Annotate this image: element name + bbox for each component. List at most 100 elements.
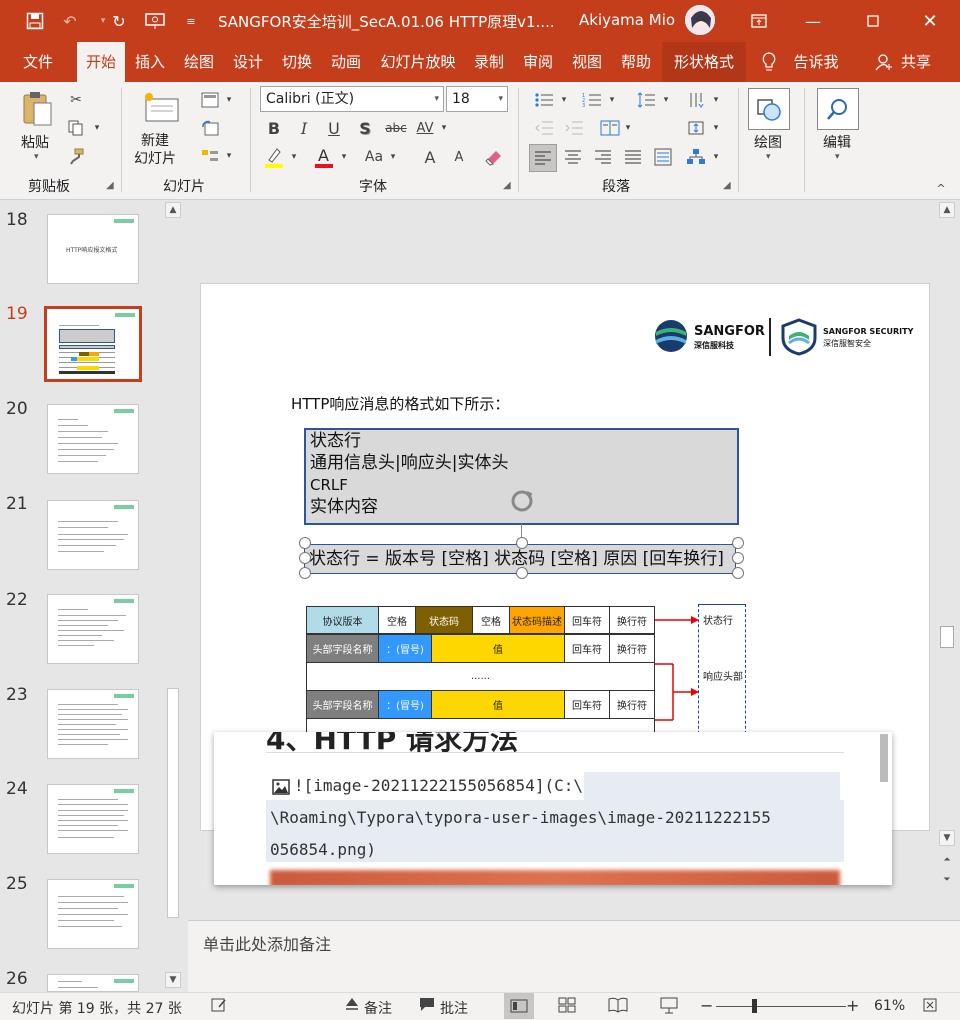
clear-formatting-icon[interactable] [482, 145, 506, 169]
notes-placeholder[interactable]: 单击此处添加备注 [203, 931, 331, 955]
scroll-up-icon[interactable]: ▲ [939, 202, 955, 218]
comments-button[interactable]: 批注 [440, 998, 468, 1018]
accessibility-icon[interactable] [210, 996, 228, 1018]
resize-handle[interactable] [732, 567, 744, 579]
tab-help[interactable]: 帮助 [614, 42, 658, 82]
tell-me-search[interactable]: 告诉我 [786, 42, 846, 82]
resize-handle[interactable] [299, 552, 311, 564]
editing-dropdown-icon[interactable]: ▾ [835, 152, 840, 162]
tab-shape-format[interactable]: 形状格式 [662, 42, 746, 82]
start-slideshow-icon[interactable] [142, 8, 168, 34]
smartart-dropdown-icon[interactable]: ▾ [710, 145, 722, 169]
tab-design[interactable]: 设计 [226, 42, 270, 82]
text-direction-dropdown-icon[interactable]: ▾ [710, 88, 722, 112]
font-color-dropdown-icon[interactable]: ▾ [338, 145, 350, 169]
rotate-handle-icon[interactable] [509, 488, 535, 514]
resize-handle[interactable] [516, 567, 528, 579]
customize-toolbar-icon[interactable]: ≡ [178, 8, 204, 34]
slide-sorter-icon[interactable] [558, 997, 576, 1017]
clipboard-launcher-icon[interactable]: ◢ [106, 180, 114, 191]
tab-record[interactable]: 录制 [467, 42, 511, 82]
slide-thumbnail-24[interactable] [47, 784, 139, 854]
scroll-down-icon[interactable]: ▼ [165, 972, 181, 988]
resize-handle[interactable] [732, 552, 744, 564]
reset-slide-icon[interactable] [198, 116, 222, 140]
share-button[interactable]: 共享 [898, 42, 934, 82]
collapse-ribbon-icon[interactable]: ^ [932, 180, 950, 196]
slide-thumbnail-23[interactable] [47, 689, 139, 759]
reading-view-icon[interactable] [608, 997, 628, 1017]
zoom-out-icon[interactable]: − [700, 996, 713, 1015]
slide-thumbnail-22[interactable] [47, 594, 139, 664]
highlight-icon[interactable] [262, 145, 286, 169]
numbering-dropdown-icon[interactable]: ▾ [606, 88, 618, 112]
zoom-in-icon[interactable]: + [846, 996, 859, 1015]
resize-handle[interactable] [299, 567, 311, 579]
slide-thumbnail-21[interactable] [47, 500, 139, 570]
save-icon[interactable] [22, 8, 48, 34]
tab-view[interactable]: 视图 [565, 42, 609, 82]
align-text-icon[interactable] [684, 116, 708, 140]
previous-slide-icon[interactable]: ⏶ [939, 852, 955, 868]
bullets-icon[interactable] [532, 88, 556, 112]
layout-dropdown-icon[interactable]: ▾ [222, 88, 236, 112]
increase-font-button[interactable]: A [418, 145, 442, 169]
scroll-down-icon[interactable]: ▼ [939, 830, 955, 846]
resize-handle[interactable] [516, 537, 528, 549]
align-text-dropdown-icon[interactable]: ▾ [710, 116, 722, 140]
slide-thumbnail-18[interactable]: HTTP响应报文格式 [47, 214, 139, 284]
strikethrough-button[interactable]: abc [382, 116, 410, 140]
columns-dropdown-icon[interactable]: ▾ [622, 116, 634, 140]
notes-button[interactable]: 备注 [364, 998, 392, 1018]
tab-home[interactable]: 开始 [77, 42, 125, 82]
paste-label[interactable]: 粘贴 [21, 132, 49, 152]
decrease-font-button[interactable]: A [447, 145, 471, 169]
slide-thumbnail-25[interactable] [47, 879, 139, 949]
undo-icon[interactable]: ↶ [57, 8, 83, 34]
slideshow-view-icon[interactable] [660, 996, 678, 1018]
tab-draw[interactable]: 绘图 [177, 42, 221, 82]
redo-icon[interactable]: ↻ [106, 8, 132, 34]
scroll-up-icon[interactable]: ▲ [165, 202, 181, 218]
change-case-dropdown-icon[interactable]: ▾ [387, 145, 399, 169]
columns-icon[interactable] [598, 116, 622, 140]
italic-button[interactable]: I [292, 116, 316, 140]
maximize-icon[interactable] [860, 8, 886, 34]
numbering-icon[interactable]: 123 [580, 88, 604, 112]
editing-label[interactable]: 编辑 [823, 132, 851, 152]
layout-icon[interactable] [198, 88, 222, 112]
slide-thumbnail-26[interactable] [47, 974, 139, 992]
search-icon[interactable] [817, 88, 859, 130]
next-slide-icon[interactable]: ⏷ [939, 872, 955, 888]
char-spacing-dropdown-icon[interactable]: ▾ [437, 116, 451, 140]
paste-icon[interactable] [18, 88, 58, 128]
comments-icon[interactable] [418, 996, 436, 1016]
notes-toggle-icon[interactable] [344, 996, 360, 1016]
new-slide-label[interactable]: 新建 幻灯片 [134, 132, 176, 168]
typora-preview-popup[interactable]: 4、HTTP 请求方法 ![image-20211222155056854](C… [214, 732, 892, 885]
scroll-thumb[interactable] [940, 626, 954, 648]
resize-handle[interactable] [299, 537, 311, 549]
paste-dropdown-icon[interactable]: ▾ [34, 152, 39, 162]
drawing-label[interactable]: 绘图 [754, 132, 782, 152]
bold-button[interactable]: B [262, 116, 286, 140]
justify-icon[interactable] [621, 145, 645, 169]
ribbon-display-options-icon[interactable] [746, 8, 772, 34]
thumbnail-scrollbar[interactable]: ▲ ▼ [164, 200, 182, 990]
tab-slideshow[interactable]: 幻灯片放映 [374, 42, 462, 82]
drawing-dropdown-icon[interactable]: ▾ [766, 152, 771, 162]
text-direction-icon[interactable] [684, 88, 708, 112]
format-painter-icon[interactable] [64, 144, 88, 168]
increase-indent-icon[interactable] [562, 116, 586, 140]
section-dropdown-icon[interactable]: ▾ [222, 144, 236, 168]
font-launcher-icon[interactable]: ◢ [503, 180, 511, 191]
fit-to-window-icon[interactable] [922, 997, 938, 1017]
tab-review[interactable]: 审阅 [516, 42, 560, 82]
section-icon[interactable] [198, 144, 222, 168]
copy-dropdown-icon[interactable]: ▾ [90, 116, 104, 140]
zoom-slider-thumb[interactable] [752, 999, 757, 1013]
tab-animations[interactable]: 动画 [324, 42, 368, 82]
intro-text[interactable]: HTTP响应消息的格式如下所示： [291, 393, 509, 414]
distributed-icon[interactable] [651, 145, 675, 169]
editor-scrollbar[interactable]: ▲ ▼ ⏶ ⏷ [938, 200, 956, 920]
